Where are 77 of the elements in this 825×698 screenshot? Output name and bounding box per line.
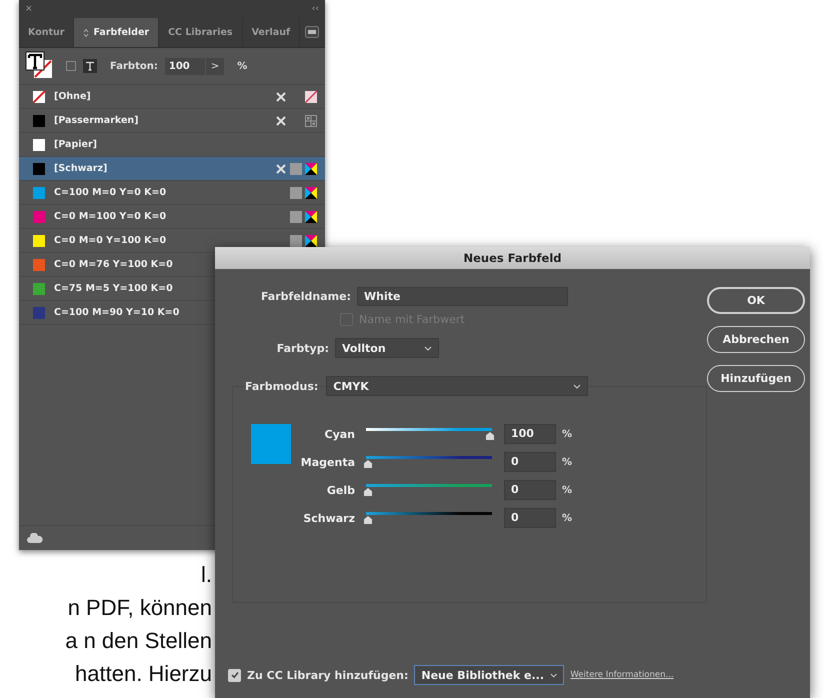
percent-unit: %	[562, 512, 572, 524]
cmyk-mode-icon	[305, 210, 317, 222]
swatch-type-dropdown[interactable]: Vollton	[335, 338, 439, 358]
chevron-icon	[573, 384, 582, 388]
swatch-row[interactable]: [Ohne]	[19, 85, 325, 109]
swatch-name: [Schwarz]	[54, 163, 108, 174]
chevron-icon	[424, 346, 432, 350]
dialog-button[interactable]: OK	[707, 287, 805, 314]
text-icon[interactable]	[83, 59, 97, 73]
library-dropdown[interactable]: Neue Bibliothek e...	[414, 665, 564, 685]
swatch-row[interactable]: C=0 M=100 Y=0 K=0	[19, 205, 325, 229]
swatch-name: C=0 M=76 Y=100 K=0	[54, 259, 173, 270]
percent-unit: %	[562, 428, 572, 440]
panel-tab[interactable]: Verlauf	[242, 18, 300, 47]
slider-thumb[interactable]	[364, 516, 372, 524]
dialog-title: Neues Farbfeld	[215, 247, 810, 269]
add-to-library-label: Zu CC Library hinzufügen:	[247, 668, 408, 682]
tint-field[interactable]: 100	[164, 58, 205, 74]
document-text: l.	[200, 561, 212, 589]
swatch-name: [Papier]	[54, 139, 97, 150]
percent-unit: %	[237, 60, 248, 72]
color-slider[interactable]	[364, 484, 494, 496]
collapse-button[interactable]: ‹‹	[312, 4, 319, 14]
none-mode-icon	[305, 90, 317, 102]
swatch-name: C=0 M=0 Y=100 K=0	[54, 235, 166, 246]
swatch-row[interactable]: [Schwarz]	[19, 157, 325, 181]
tint-arrow-button[interactable]: >	[206, 58, 224, 74]
tint-label: Farbton:	[110, 60, 158, 72]
cmyk-mode-icon	[305, 186, 317, 198]
slider-label: Magenta	[300, 456, 355, 468]
slider-thumb[interactable]	[364, 460, 372, 468]
color-slider[interactable]	[364, 512, 494, 524]
color-mode-label: Farbmodus:	[245, 380, 318, 392]
percent-field[interactable]: 0	[504, 452, 556, 472]
swatch-name: [Passermarken]	[54, 115, 139, 126]
registration-grid-icon	[305, 114, 317, 126]
add-to-library-checkbox[interactable]	[228, 668, 241, 682]
document-text: a n den Stellen	[64, 627, 212, 655]
slider-label: Cyan	[324, 428, 355, 440]
dialog-button[interactable]: Hinzufügen	[707, 365, 805, 392]
percent-field[interactable]: 0	[504, 508, 556, 528]
check-icon	[230, 671, 238, 679]
updown-icon	[83, 28, 90, 38]
percent-unit: %	[562, 484, 572, 496]
swatch-row[interactable]: [Passermarken]	[19, 109, 325, 133]
dialog-button[interactable]: Abbrechen	[707, 326, 805, 353]
percent-field[interactable]: 0	[504, 480, 556, 500]
swatch-name: C=100 M=0 Y=0 K=0	[54, 187, 166, 198]
none-swatch-icon	[33, 90, 45, 102]
color-slider[interactable]	[364, 428, 494, 440]
document-text: n PDF, können	[66, 594, 212, 622]
swatch-name: C=0 M=100 Y=0 K=0	[54, 211, 166, 222]
fill-stroke-icon[interactable]	[25, 51, 55, 81]
cmyk-mode-icon	[305, 162, 317, 174]
swatch-name: C=75 M=5 Y=100 K=0	[54, 283, 173, 294]
cmyk-mode-icon	[305, 234, 317, 246]
chevron-icon	[550, 672, 558, 678]
swatch-name: [Ohne]	[54, 91, 91, 102]
more-info-link[interactable]: Weitere Informationen...	[570, 670, 674, 680]
slider-thumb[interactable]	[364, 488, 372, 496]
panel-menu-icon[interactable]	[305, 26, 319, 38]
percent-field[interactable]: 100	[504, 424, 556, 444]
document-text: hatten. Hierzu	[74, 660, 212, 688]
panel-tab[interactable]: Farbfelder	[74, 18, 160, 47]
panel-tab[interactable]: CC Libraries	[159, 18, 243, 47]
slider-label: Gelb	[326, 484, 355, 496]
close-button[interactable]: ×	[25, 4, 33, 14]
slider-thumb[interactable]	[486, 432, 494, 440]
slider-label: Schwarz	[302, 512, 355, 524]
swatch-type-label: Farbtyp:	[276, 342, 329, 354]
swatch-name: C=100 M=90 Y=10 K=0	[54, 307, 180, 318]
swatch-name-field[interactable]: White	[357, 287, 568, 306]
color-mode-dropdown[interactable]: CMYK	[326, 376, 588, 396]
percent-unit: %	[562, 456, 572, 468]
color-slider[interactable]	[364, 456, 494, 468]
swatch-row[interactable]: C=100 M=0 Y=0 K=0	[19, 181, 325, 205]
cloud-icon[interactable]	[27, 533, 43, 543]
